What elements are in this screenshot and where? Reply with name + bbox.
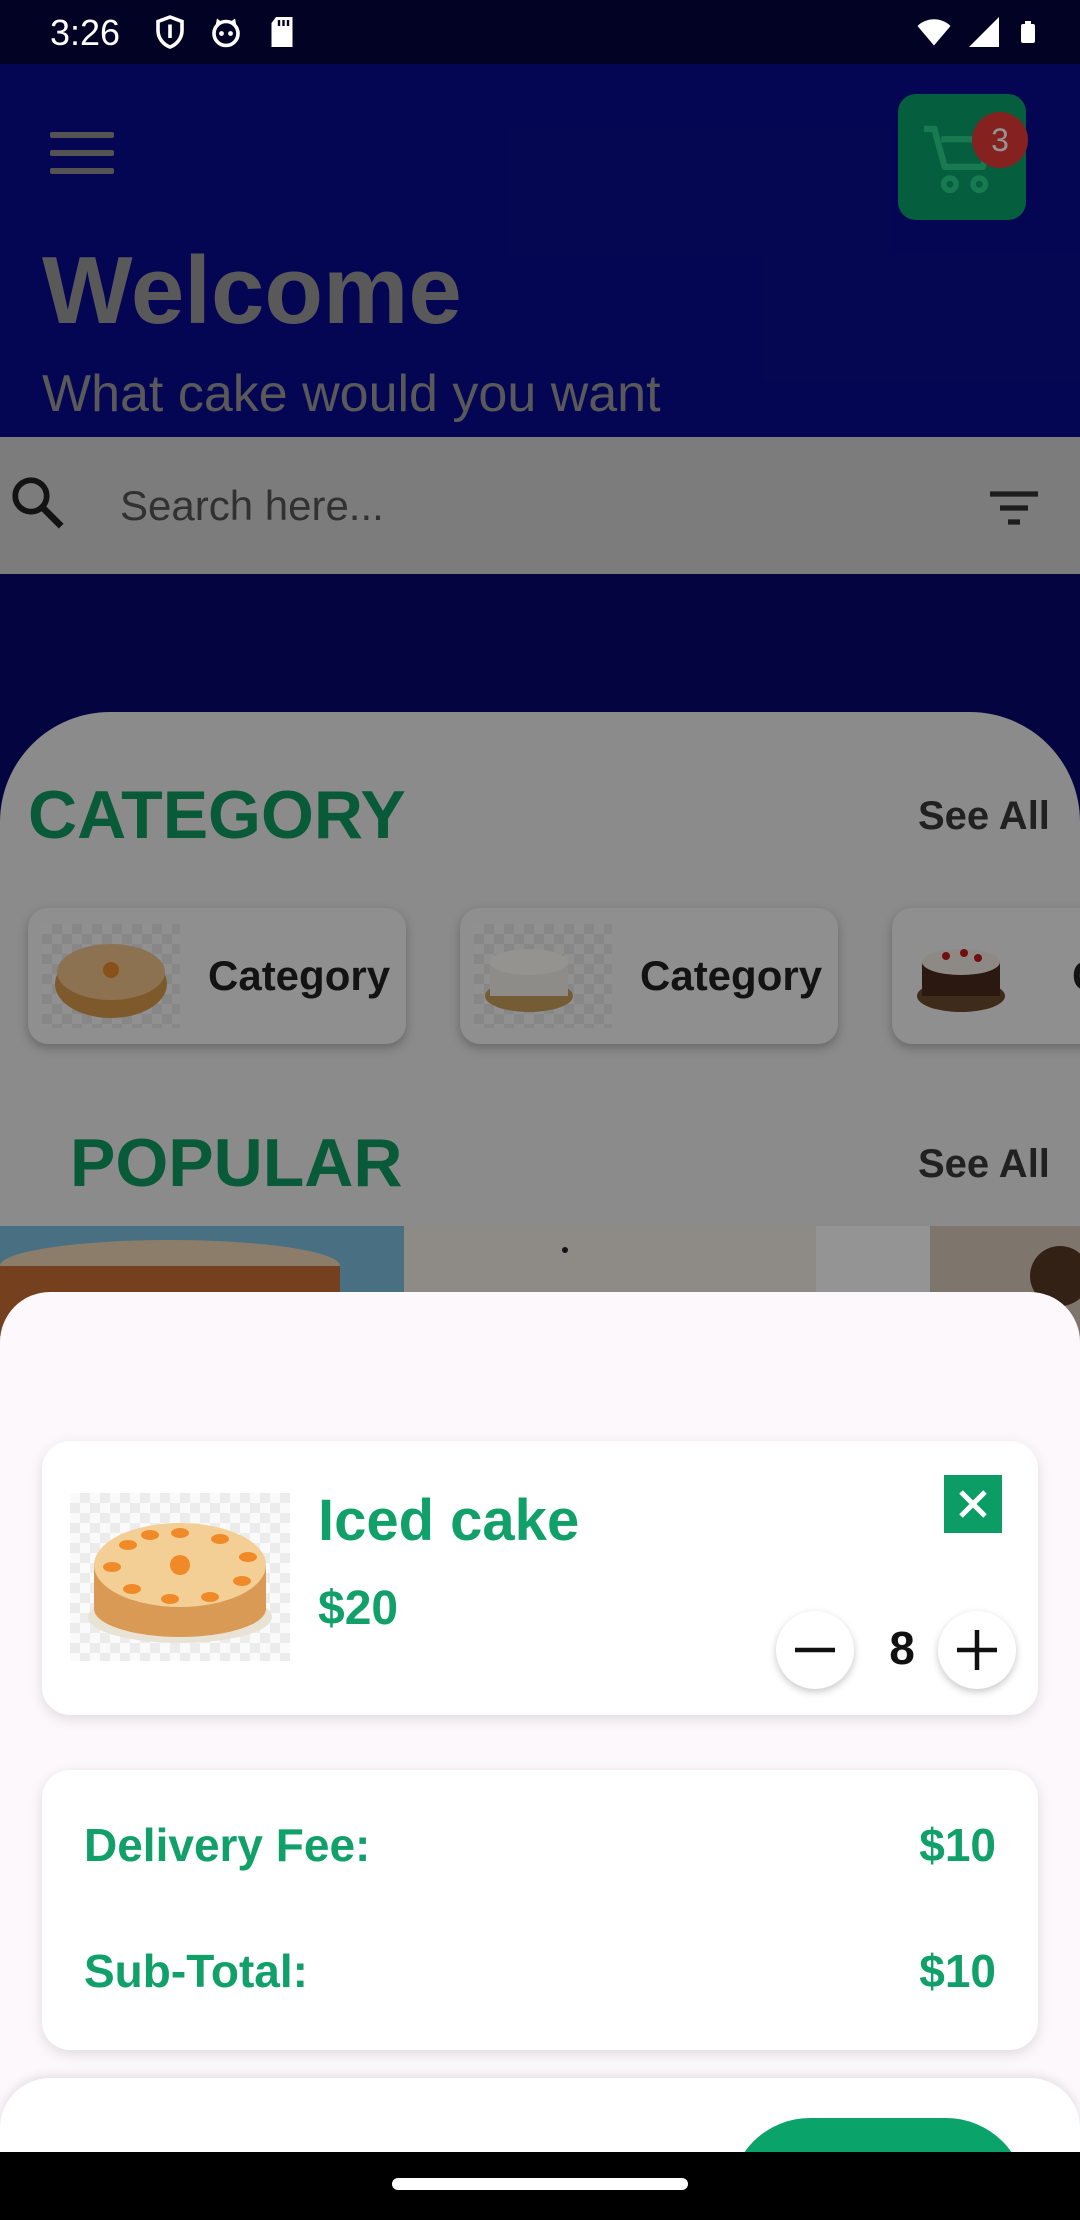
battery-icon [1021,21,1035,43]
navigation-bar [0,2152,1080,2220]
status-time: 3:26 [50,12,121,53]
cart-item-price: $20 [318,1582,399,1635]
cart-item-name: Iced cake [318,1488,580,1553]
quantity-value: 8 [889,1622,915,1674]
wifi-icon [917,19,951,46]
home-gesture-handle[interactable] [392,2178,688,2190]
increase-quantity-button[interactable] [938,1611,1016,1689]
sd-card-icon [271,17,293,47]
shield-icon [156,15,184,49]
remove-item-button[interactable] [944,1475,1002,1533]
plus-icon [957,1630,997,1670]
close-icon [959,1490,987,1518]
cart-item: Iced cake $20 8 [42,1441,1038,1715]
decrease-quantity-button[interactable] [776,1611,854,1689]
cart-bottom-sheet: Iced cake $20 8 Delivery Fee: $10 Sub-To… [0,1292,1080,2220]
delivery-fee-value: $10 [919,1819,996,1871]
status-bar: 3:26 [0,0,1080,64]
subtotal-value: $10 [919,1945,996,1997]
minus-icon [795,1647,835,1653]
subtotal-label: Sub-Total: [84,1945,308,1997]
order-summary: Delivery Fee: $10 Sub-Total: $10 [42,1770,1038,2050]
app-screen: 3:26 3 Welcome What cake would you want … [0,0,1080,2220]
signal-icon [969,17,999,47]
cat-icon [212,18,240,48]
delivery-fee-label: Delivery Fee: [84,1819,371,1871]
cart-item-image [70,1493,290,1661]
